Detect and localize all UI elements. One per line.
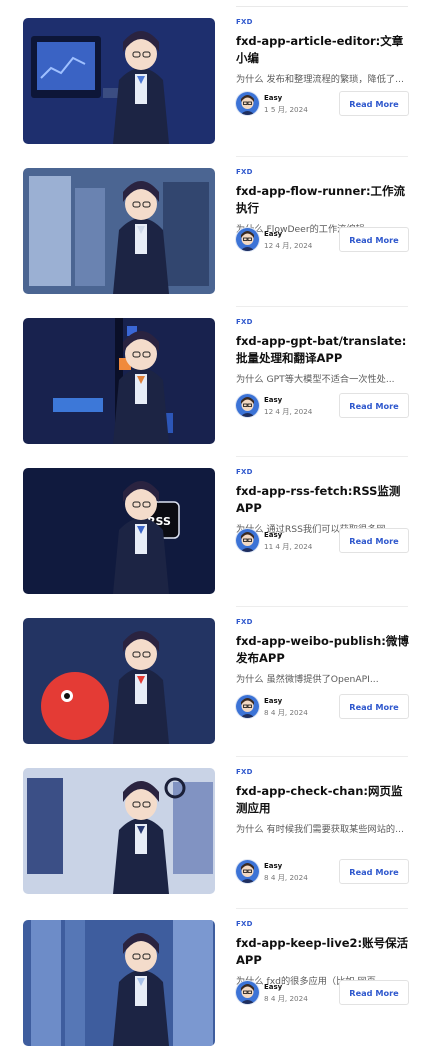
article-content: FXD fxd-app-keep-live2:账号保活APP 为什么 fxd的很…	[236, 920, 409, 988]
article-category[interactable]: FXD	[236, 768, 409, 776]
article-category[interactable]: FXD	[236, 318, 409, 326]
read-more-button[interactable]: Read More	[339, 859, 409, 884]
author-avatar[interactable]	[236, 695, 259, 718]
article-date: 11 4 月, 2024	[264, 542, 313, 551]
article-excerpt: 为什么 GPT等大模型不适合一次性处...	[236, 374, 395, 385]
article-divider	[236, 606, 408, 607]
article-title[interactable]: fxd-app-flow-runner:工作流执行	[236, 183, 409, 217]
article-thumbnail-image[interactable]	[23, 768, 215, 894]
article-thumbnail-image[interactable]	[23, 18, 215, 144]
article-date: 8 4 月, 2024	[264, 708, 308, 717]
read-more-button[interactable]: Read More	[339, 393, 409, 418]
article-category[interactable]: FXD	[236, 168, 409, 176]
article-excerpt: 为什么 有时候我们需要获取某些网站的...	[236, 824, 404, 835]
article-thumbnail-image[interactable]	[23, 920, 215, 1046]
article-title[interactable]: fxd-app-gpt-bat/translate:批量处理和翻译APP	[236, 333, 409, 367]
author-name[interactable]: Easy	[264, 862, 282, 870]
author-avatar[interactable]	[236, 228, 259, 251]
top-divider	[236, 6, 408, 7]
author-avatar[interactable]	[236, 860, 259, 883]
article-meta: Easy 8 4 月, 2024 Read More	[236, 859, 409, 886]
article-content: FXD fxd-app-gpt-bat/translate:批量处理和翻译APP…	[236, 318, 409, 386]
article-content: FXD fxd-app-check-chan:网页监测应用 为什么 有时候我们需…	[236, 768, 409, 836]
read-more-button[interactable]: Read More	[339, 980, 409, 1005]
article-date: 12 4 月, 2024	[264, 407, 313, 416]
article-title[interactable]: fxd-app-weibo-publish:微博发布APP	[236, 633, 409, 667]
article-divider	[236, 908, 408, 909]
article-meta: Easy 12 4 月, 2024 Read More	[236, 227, 409, 254]
article-content: FXD fxd-app-flow-runner:工作流执行 为什么 FlowDe…	[236, 168, 409, 236]
article-divider	[236, 306, 408, 307]
article-divider	[236, 156, 408, 157]
article-excerpt: 为什么 发布和整理流程的繁琐，降低了...	[236, 74, 404, 85]
article-meta: Easy 8 4 月, 2024 Read More	[236, 980, 409, 1007]
article-content: FXD fxd-app-article-editor:文章小编 为什么 发布和整…	[236, 18, 409, 86]
author-name[interactable]: Easy	[264, 697, 282, 705]
article-meta: Easy 12 4 月, 2024 Read More	[236, 393, 409, 420]
article-title[interactable]: fxd-app-rss-fetch:RSS监测APP	[236, 483, 409, 517]
article-content: FXD fxd-app-rss-fetch:RSS监测APP 为什么 通过RSS…	[236, 468, 409, 536]
article-content: FXD fxd-app-weibo-publish:微博发布APP 为什么 虽然…	[236, 618, 409, 686]
author-name[interactable]: Easy	[264, 983, 282, 991]
article-category[interactable]: FXD	[236, 18, 409, 26]
author-avatar[interactable]	[236, 981, 259, 1004]
article-title[interactable]: fxd-app-check-chan:网页监测应用	[236, 783, 409, 817]
read-more-button[interactable]: Read More	[339, 227, 409, 252]
author-name[interactable]: Easy	[264, 396, 282, 404]
article-date: 8 4 月, 2024	[264, 994, 308, 1003]
article-meta: Easy 8 4 月, 2024 Read More	[236, 694, 409, 721]
read-more-button[interactable]: Read More	[339, 694, 409, 719]
article-title[interactable]: fxd-app-article-editor:文章小编	[236, 33, 409, 67]
article-thumbnail-image[interactable]: RSS	[23, 468, 215, 594]
article-title[interactable]: fxd-app-keep-live2:账号保活APP	[236, 935, 409, 969]
article-category[interactable]: FXD	[236, 920, 409, 928]
article-date: 1 5 月, 2024	[264, 105, 308, 114]
read-more-button[interactable]: Read More	[339, 528, 409, 553]
article-thumbnail-image[interactable]	[23, 318, 215, 444]
author-name[interactable]: Easy	[264, 94, 282, 102]
article-date: 12 4 月, 2024	[264, 241, 313, 250]
article-list-page: FXD fxd-app-article-editor:文章小编 为什么 发布和整…	[0, 0, 430, 1046]
article-thumbnail-image[interactable]	[23, 168, 215, 294]
read-more-button[interactable]: Read More	[339, 91, 409, 116]
author-avatar[interactable]	[236, 92, 259, 115]
author-avatar[interactable]	[236, 394, 259, 417]
article-meta: Easy 1 5 月, 2024 Read More	[236, 91, 409, 118]
article-category[interactable]: FXD	[236, 468, 409, 476]
author-name[interactable]: Easy	[264, 230, 282, 238]
author-avatar[interactable]	[236, 529, 259, 552]
article-divider	[236, 456, 408, 457]
article-divider	[236, 756, 408, 757]
article-date: 8 4 月, 2024	[264, 873, 308, 882]
article-category[interactable]: FXD	[236, 618, 409, 626]
article-meta: Easy 11 4 月, 2024 Read More	[236, 528, 409, 555]
article-excerpt: 为什么 虽然微博提供了OpenAPI...	[236, 674, 379, 685]
article-thumbnail-image[interactable]	[23, 618, 215, 744]
author-name[interactable]: Easy	[264, 531, 282, 539]
